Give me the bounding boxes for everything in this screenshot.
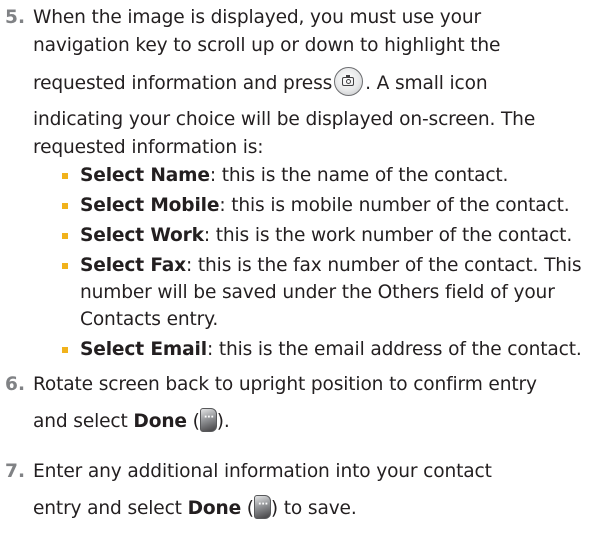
step-text-fragment: ( (241, 498, 254, 519)
bullet-text: : this is mobile number of the contact. (219, 195, 570, 216)
step-bold-term: Done (133, 411, 187, 432)
step-text-line: requested information and press . A small… (33, 67, 488, 96)
bullet-text: : this is the work number of the contact… (203, 225, 573, 246)
bullet-item: Select Mobile: this is mobile number of … (80, 194, 570, 218)
step-text-fragment: requested information and press (33, 73, 333, 94)
step-text-line: Enter any additional information into yo… (33, 461, 492, 482)
step-text-line: navigation key to scroll up or down to h… (33, 35, 501, 56)
bullet-marker (62, 347, 68, 353)
step-text-line: requested information is: (33, 137, 264, 158)
bullet-text-line: Contacts entry. (80, 309, 219, 330)
softkey-icon: ··· (253, 494, 271, 519)
bullet-item: Select Work: this is the work number of … (80, 224, 572, 248)
bullet-item: Select Fax: this is the fax number of th… (80, 254, 582, 278)
bullet-text-line: number will be saved under the Others fi… (80, 282, 555, 303)
step-number: 7. (5, 461, 26, 482)
step-text-fragment: ( (186, 411, 200, 432)
bullet-term: Select Email (80, 339, 207, 360)
step-text-line: Rotate screen back to upright position t… (33, 374, 537, 395)
step-text-fragment: . A small icon (365, 73, 488, 94)
bullet-term: Select Fax (80, 255, 187, 276)
bullet-text: : this is the email address of the conta… (206, 339, 582, 360)
bullet-term: Select Name (80, 165, 210, 186)
step-text-fragment: ). (216, 411, 230, 432)
step-text-fragment: ) to save. (270, 498, 357, 519)
bullet-marker (62, 203, 68, 209)
step-text-line: indicating your choice will be displayed… (33, 109, 536, 130)
step-text-fragment: entry and select (33, 498, 182, 519)
bullet-marker (62, 233, 68, 239)
bullet-item: Select Email: this is the email address … (80, 338, 582, 362)
step-number: 5. (5, 7, 26, 28)
step-text-fragment: and select (33, 411, 128, 432)
bullet-item: Select Name: this is the name of the con… (80, 164, 508, 188)
bullet-text: : this is the name of the contact. (209, 165, 509, 186)
bullet-text: : this is the fax number of the contact.… (186, 255, 582, 276)
bullet-term: Select Work (80, 225, 204, 246)
bullet-marker (62, 173, 68, 179)
camera-key-icon (334, 67, 364, 96)
manual-page: 5. When the image is displayed, you must… (0, 0, 589, 547)
step-text-line: entry and select Done (···) to save. (33, 494, 357, 521)
step-text-line: When the image is displayed, you must us… (33, 7, 481, 28)
softkey-icon: ··· (199, 407, 217, 432)
step-bold-term: Done (187, 498, 242, 519)
bullet-marker (62, 263, 68, 269)
step-number: 6. (5, 374, 26, 395)
bullet-term: Select Mobile (80, 195, 220, 216)
step-text-line: and select Done (···). (33, 407, 230, 434)
